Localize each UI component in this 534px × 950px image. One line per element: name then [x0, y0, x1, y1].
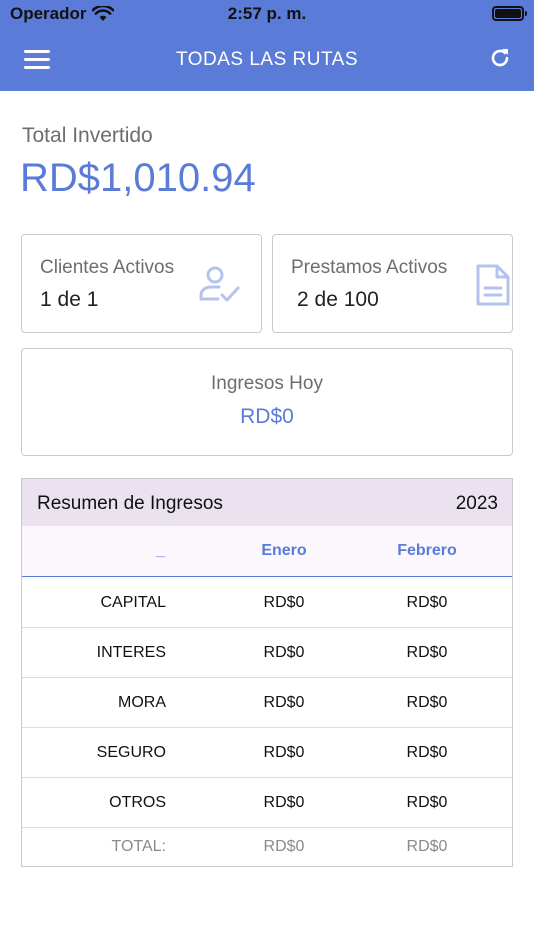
cell-enero: RD$0: [263, 694, 305, 711]
table-year: 2023: [455, 493, 498, 514]
clientes-activos-card: Clientes Activos 1 de 1: [21, 234, 262, 333]
document-icon: [476, 264, 510, 306]
cell-febrero: RD$0: [406, 794, 448, 811]
row-label: OTROS: [109, 794, 166, 811]
column-header-febrero: Febrero: [397, 542, 457, 559]
row-label: MORA: [118, 694, 166, 711]
cell-febrero: RD$0: [406, 694, 448, 711]
page-title: TODAS LAS RUTAS: [175, 49, 359, 70]
table-row: CAPITAL RD$0 RD$0: [22, 578, 512, 628]
app-header: Operador 2:57 p. m. TODAS LAS RUTAS: [0, 0, 534, 91]
prestamos-activos-card: Prestamos Activos 2 de 100: [272, 234, 513, 333]
ingresos-hoy-label: Ingresos Hoy: [211, 373, 323, 394]
ingresos-hoy-value: RD$0: [240, 405, 294, 428]
table-total-row: TOTAL: RD$0 RD$0: [22, 828, 512, 866]
cell-febrero: RD$0: [406, 838, 448, 855]
status-time: 2:57 p. m.: [227, 4, 307, 23]
row-label: TOTAL:: [111, 838, 166, 855]
clientes-activos-value: 1 de 1: [40, 288, 99, 311]
refresh-icon[interactable]: [488, 46, 512, 70]
prestamos-activos-value: 2 de 100: [297, 288, 379, 311]
column-header-label: _: [156, 542, 165, 559]
resumen-ingresos-table: Resumen de Ingresos 2023 _ Enero Febrero…: [21, 478, 513, 867]
ingresos-hoy-card: Ingresos Hoy RD$0: [21, 348, 513, 456]
status-bar: Operador 2:57 p. m.: [0, 0, 534, 30]
battery-icon: [492, 6, 527, 21]
cell-enero: RD$0: [263, 644, 305, 661]
table-row: SEGURO RD$0 RD$0: [22, 728, 512, 778]
total-invertido-label: Total Invertido: [22, 124, 153, 147]
row-label: CAPITAL: [100, 594, 167, 611]
cell-febrero: RD$0: [406, 644, 448, 661]
cell-enero: RD$0: [263, 594, 305, 611]
total-invertido-value: RD$1,010.94: [20, 156, 256, 200]
table-row: MORA RD$0 RD$0: [22, 678, 512, 728]
cell-enero: RD$0: [263, 838, 305, 855]
cell-enero: RD$0: [263, 744, 305, 761]
user-check-icon: [199, 266, 240, 302]
clientes-activos-label: Clientes Activos: [40, 257, 175, 278]
cell-febrero: RD$0: [406, 594, 448, 611]
cell-febrero: RD$0: [406, 744, 448, 761]
row-label: SEGURO: [96, 744, 166, 761]
column-header-enero: Enero: [261, 542, 307, 559]
table-title-bar: Resumen de Ingresos 2023: [22, 479, 512, 526]
table-title: Resumen de Ingresos: [37, 493, 223, 514]
cell-enero: RD$0: [263, 794, 305, 811]
prestamos-activos-label: Prestamos Activos: [291, 257, 448, 278]
table-row: INTERES RD$0 RD$0: [22, 628, 512, 678]
table-row: OTROS RD$0 RD$0: [22, 778, 512, 828]
row-label: INTERES: [96, 644, 166, 661]
table-header-row: _ Enero Febrero: [22, 526, 512, 577]
